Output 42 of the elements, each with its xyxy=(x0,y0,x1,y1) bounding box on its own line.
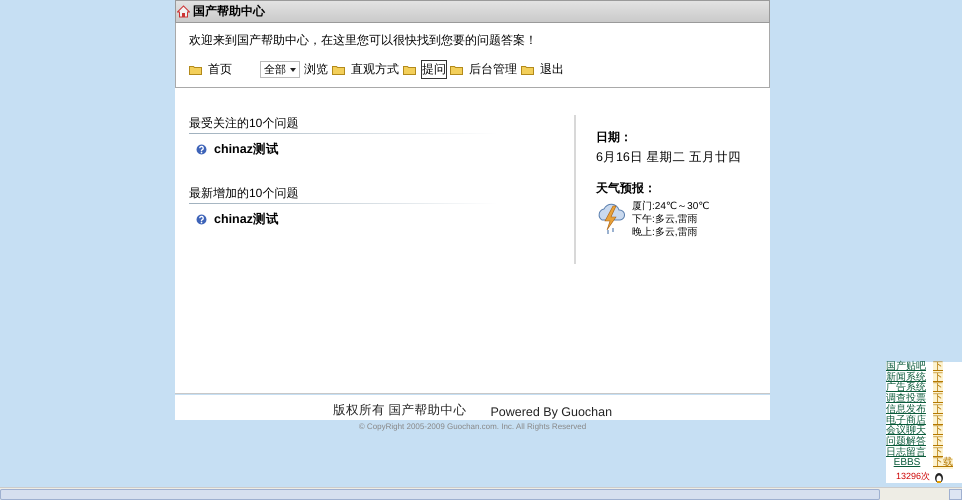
site-title: 国产帮助中心 xyxy=(193,3,265,20)
folder-icon xyxy=(189,64,202,74)
caret-icon xyxy=(290,68,296,72)
nav-link[interactable]: 退出 xyxy=(540,61,564,78)
product-link[interactable]: 电子商店 xyxy=(886,416,928,426)
home-icon xyxy=(177,5,190,18)
folder-icon xyxy=(450,64,463,74)
copyright-owner: 版权所有 国产帮助中心 xyxy=(332,402,466,419)
product-link[interactable]: 国产贴吧 xyxy=(886,362,928,373)
powered-by-text: Powered By Guochan xyxy=(490,405,612,419)
nav-link[interactable]: 直观方式 xyxy=(351,61,399,78)
welcome-text: 欢迎来到国产帮助中心，在这里您可以很快找到您要的问题答案！ xyxy=(189,32,538,49)
help-icon xyxy=(196,214,207,225)
weather-line: 下午:多云,雷雨 xyxy=(632,213,699,226)
weather-line: 晚上:多云,雷雨 xyxy=(632,226,699,239)
product-link[interactable]: 新闻系统 xyxy=(886,372,928,384)
copyright-text: © CopyRight 2005-2009 Guochan.com. Inc. All Rights Reserved xyxy=(358,422,588,431)
horizontal-scrollbar[interactable] xyxy=(0,487,962,500)
folder-icon xyxy=(521,64,534,74)
nav-link[interactable]: 后台管理 xyxy=(469,61,517,78)
product-link[interactable]: 会议聊天 xyxy=(886,426,928,437)
folder-icon xyxy=(403,64,416,74)
section-title: 最受关注的10个问题 xyxy=(189,115,300,132)
visit-counter: 13296次 xyxy=(896,470,930,484)
product-link[interactable]: 日志留言 xyxy=(886,448,928,458)
product-link[interactable]: 信息发布 xyxy=(886,404,928,416)
nav-link[interactable]: 首页 xyxy=(208,61,232,78)
nav-link[interactable]: 浏览 xyxy=(304,61,328,78)
question-link[interactable]: chinaz测试 xyxy=(214,211,279,228)
question-link[interactable]: chinaz测试 xyxy=(214,141,279,158)
weather-line: 厦门:24℃～30℃ xyxy=(632,200,710,213)
product-link[interactable]: EBBS xyxy=(886,458,928,470)
help-icon xyxy=(196,144,207,155)
product-link[interactable]: 问题解答 xyxy=(886,436,928,448)
category-select[interactable]: 全部 xyxy=(260,61,300,78)
nav-link[interactable]: 提问 xyxy=(422,61,446,78)
weather-label: 天气预报： xyxy=(596,180,657,197)
date-text: 6月16日 星期二 五月廿四 xyxy=(596,149,741,166)
date-label: 日期： xyxy=(596,129,633,146)
section-title: 最新增加的10个问题 xyxy=(189,185,300,202)
folder-icon xyxy=(332,64,345,74)
product-link[interactable]: 调查投票 xyxy=(886,394,928,405)
